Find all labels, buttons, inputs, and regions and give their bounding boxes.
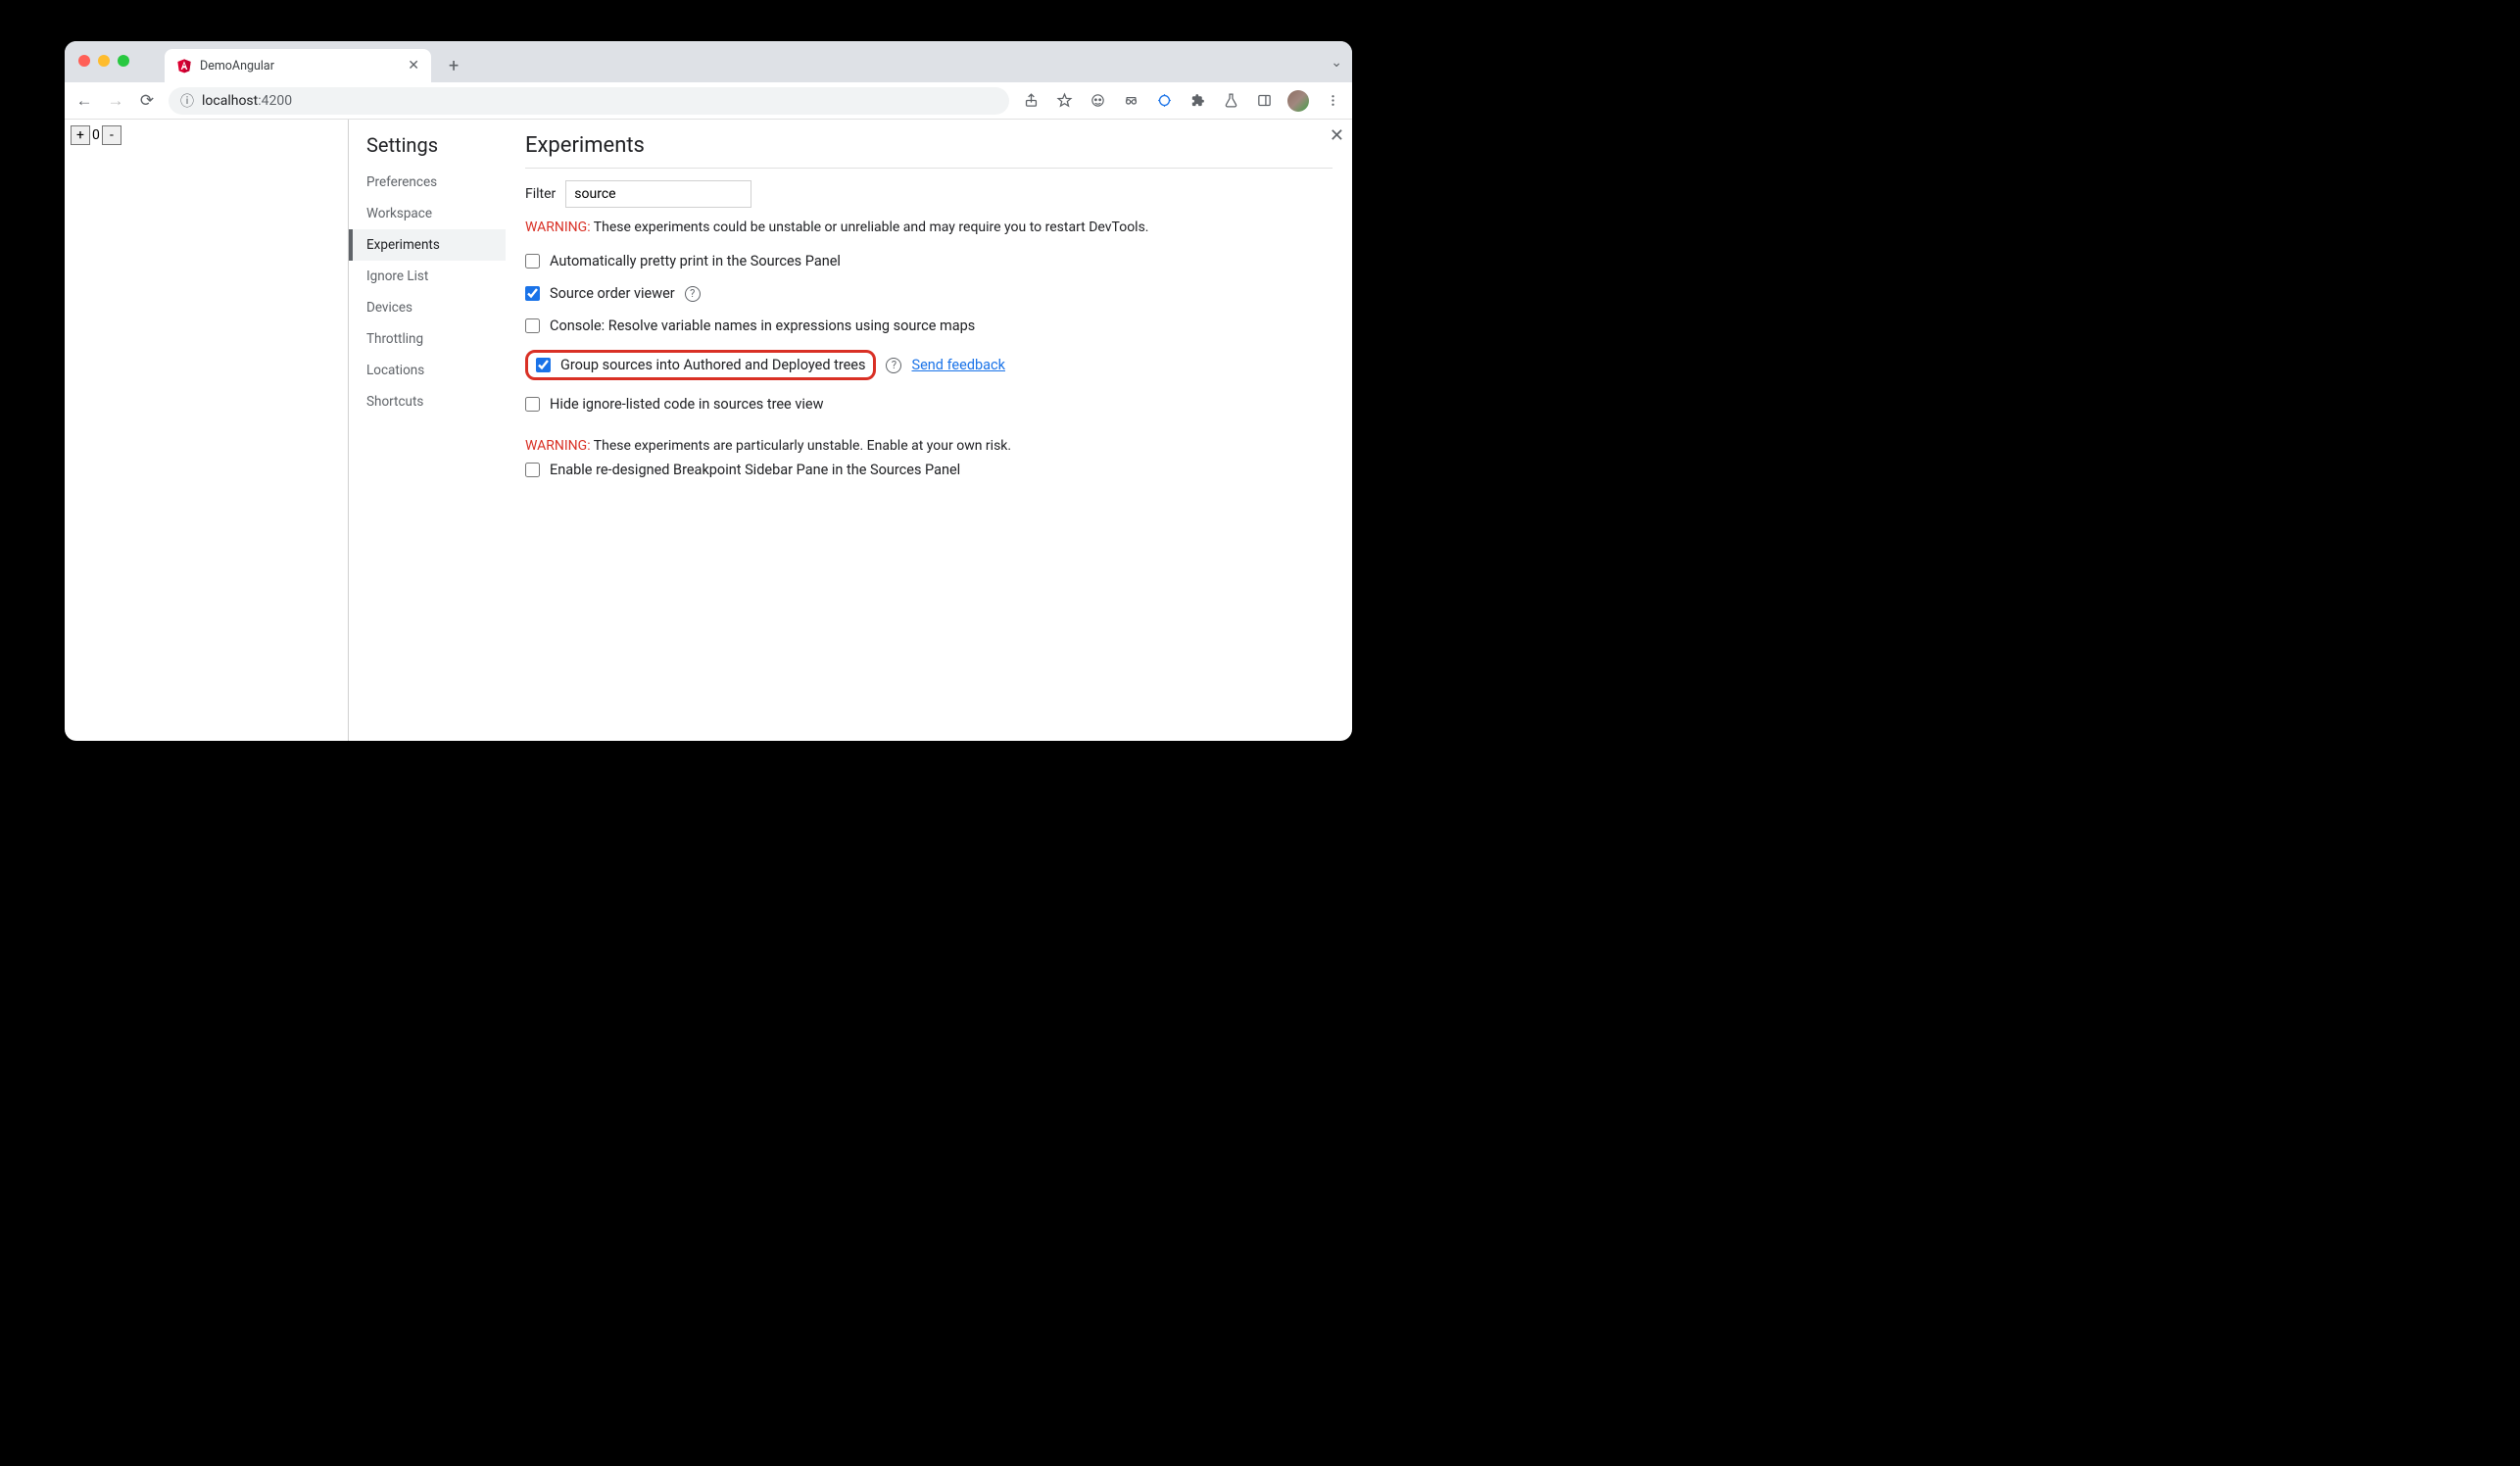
warning-label: WARNING: [525, 438, 591, 454]
warning-unstable: WARNING: These experiments could be unst… [525, 220, 1333, 235]
send-feedback-link[interactable]: Send feedback [911, 357, 1004, 373]
filter-row: Filter [525, 180, 1333, 208]
option-label: Hide ignore-listed code in sources tree … [550, 396, 823, 413]
settings-sidebar: Settings Preferences Workspace Experimen… [349, 120, 506, 741]
checkbox-group-sources[interactable] [536, 358, 551, 372]
tab-close-icon[interactable]: ✕ [408, 58, 419, 73]
filter-input[interactable] [565, 180, 751, 208]
devtools-settings: ✕ Settings Preferences Workspace Experim… [349, 120, 1352, 741]
settings-title: Settings [366, 133, 506, 157]
page-viewport: + 0 - [65, 120, 349, 741]
sidebar-item-preferences[interactable]: Preferences [366, 167, 506, 198]
sidebar-item-locations[interactable]: Locations [366, 355, 506, 386]
settings-close-icon[interactable]: ✕ [1330, 125, 1344, 146]
sidebar-item-ignore-list[interactable]: Ignore List [366, 261, 506, 292]
window-maximize-button[interactable] [118, 55, 129, 67]
option-label: Enable re-designed Breakpoint Sidebar Pa… [550, 462, 960, 478]
filter-label: Filter [525, 186, 556, 202]
content-area: + 0 - ✕ Settings Preferences Workspace E… [65, 120, 1352, 741]
tab-title: DemoAngular [200, 59, 400, 73]
browser-tab[interactable]: DemoAngular ✕ [165, 49, 431, 82]
sidebar-item-experiments[interactable]: Experiments [349, 229, 506, 261]
url-port: :4200 [258, 93, 292, 109]
sidebar-item-throttling[interactable]: Throttling [366, 323, 506, 355]
checkbox-source-order-viewer[interactable] [525, 286, 540, 301]
devtools-debug-icon[interactable] [1154, 91, 1174, 111]
bookmark-star-icon[interactable] [1054, 91, 1074, 111]
decrement-button[interactable]: - [102, 125, 121, 145]
option-console-resolve-names: Console: Resolve variable names in expre… [525, 310, 1333, 342]
help-icon[interactable]: ? [685, 286, 701, 302]
warning-label: WARNING: [525, 220, 591, 235]
browser-window: DemoAngular ✕ + ⌄ ← → ⟳ ⓘ localhost:4200 [65, 41, 1352, 741]
extensions-puzzle-icon[interactable] [1187, 91, 1207, 111]
url-text: localhost:4200 [202, 93, 292, 109]
experiments-panel: Experiments Filter WARNING: These experi… [506, 120, 1352, 741]
incognito-face-icon[interactable] [1088, 91, 1107, 111]
tabs-menu-chevron-icon[interactable]: ⌄ [1331, 55, 1342, 71]
option-breakpoint-sidebar: Enable re-designed Breakpoint Sidebar Pa… [525, 454, 1333, 486]
checkbox-console-resolve-names[interactable] [525, 318, 540, 333]
option-hide-ignore-listed: Hide ignore-listed code in sources tree … [525, 388, 1333, 420]
checkbox-breakpoint-sidebar[interactable] [525, 463, 540, 477]
increment-button[interactable]: + [71, 125, 90, 145]
counter-value: 0 [90, 127, 102, 143]
browser-toolbar: ← → ⟳ ⓘ localhost:4200 [65, 82, 1352, 120]
checkbox-pretty-print[interactable] [525, 254, 540, 269]
glasses-icon[interactable] [1121, 91, 1140, 111]
reload-button[interactable]: ⟳ [137, 91, 157, 111]
window-minimize-button[interactable] [98, 55, 110, 67]
counter-widget: + 0 - [71, 125, 342, 145]
site-info-icon[interactable]: ⓘ [180, 91, 194, 111]
help-icon[interactable]: ? [886, 358, 901, 373]
labs-flask-icon[interactable] [1221, 91, 1240, 111]
option-pretty-print: Automatically pretty print in the Source… [525, 245, 1333, 277]
url-host: localhost [202, 93, 258, 109]
sidebar-item-shortcuts[interactable]: Shortcuts [366, 386, 506, 417]
option-label: Automatically pretty print in the Source… [550, 253, 841, 269]
option-source-order-viewer: Source order viewer ? [525, 277, 1333, 310]
option-label: Group sources into Authored and Deployed… [560, 357, 865, 373]
tab-strip: DemoAngular ✕ + ⌄ [65, 41, 1352, 82]
warning-particularly-unstable: WARNING: These experiments are particula… [525, 438, 1333, 454]
highlight-box: Group sources into Authored and Deployed… [525, 350, 876, 380]
warning-text: These experiments are particularly unsta… [591, 438, 1011, 454]
divider [525, 168, 1333, 169]
window-close-button[interactable] [78, 55, 90, 67]
new-tab-button[interactable]: + [443, 49, 464, 82]
panel-title: Experiments [525, 133, 1333, 158]
checkbox-hide-ignore-listed[interactable] [525, 397, 540, 412]
angular-favicon-icon [176, 58, 192, 73]
sidebar-item-devices[interactable]: Devices [366, 292, 506, 323]
option-label: Source order viewer [550, 285, 675, 302]
address-bar[interactable]: ⓘ localhost:4200 [169, 87, 1009, 115]
warning-text: These experiments could be unstable or u… [591, 220, 1149, 235]
option-label: Console: Resolve variable names in expre… [550, 318, 975, 334]
share-icon[interactable] [1021, 91, 1041, 111]
side-panel-icon[interactable] [1254, 91, 1274, 111]
option-group-sources: Group sources into Authored and Deployed… [525, 342, 1333, 388]
forward-button[interactable]: → [106, 91, 125, 111]
sidebar-item-workspace[interactable]: Workspace [366, 198, 506, 229]
kebab-menu-icon[interactable] [1323, 91, 1342, 111]
profile-avatar[interactable] [1287, 90, 1309, 112]
back-button[interactable]: ← [74, 91, 94, 111]
window-controls [78, 55, 129, 67]
toolbar-right-cluster [1021, 90, 1342, 112]
